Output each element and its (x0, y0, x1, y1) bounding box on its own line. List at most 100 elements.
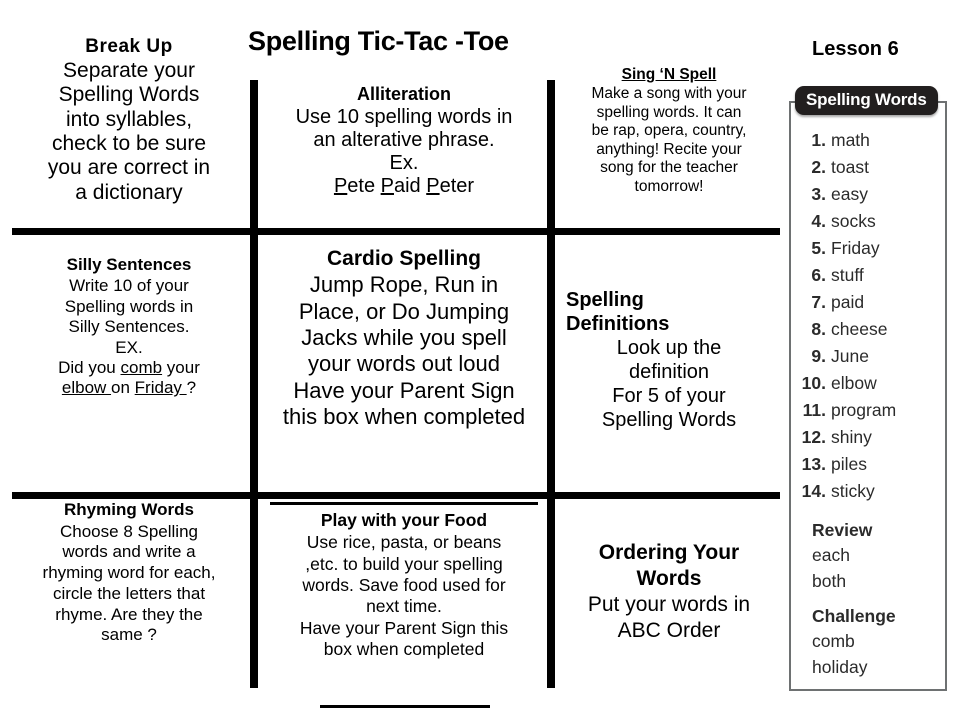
item-word: toast (831, 157, 869, 177)
cell-line: same ? (101, 625, 157, 645)
item-number: 3. (811, 184, 826, 204)
cell-heading: Rhyming Words (63, 500, 195, 519)
cell-heading-line: Words (636, 567, 702, 591)
cell-line: rhyming word for each, (42, 563, 216, 583)
cell-heading: Silly Sentences (66, 255, 192, 274)
challenge-word: holiday (812, 656, 868, 677)
list-item: 14. sticky (795, 481, 945, 508)
item-number: 14. (801, 481, 826, 501)
cell-line: Ex. (389, 152, 419, 175)
cell-line: words and write a (62, 542, 196, 562)
item-word: paid (831, 292, 865, 312)
list-item: 10. elbow (795, 373, 945, 400)
item-number: 8. (811, 319, 826, 339)
cell-cardio-spelling: Cardio Spelling Jump Rope, Run in Place,… (262, 246, 546, 431)
list-item: 5. Friday (795, 238, 945, 265)
cell-break-up: Break Up Separate your Spelling Words in… (10, 36, 248, 205)
list-item: 13. piles (795, 454, 945, 481)
cell-sing-n-spell: Sing ‘N Spell Make a song with your spel… (558, 66, 780, 196)
cell-line: Spelling words in (64, 296, 194, 316)
cell-heading: Break Up (85, 36, 173, 57)
cell-line: box when completed (323, 639, 485, 660)
item-number: 12. (801, 427, 826, 447)
cell-line: Jacks while you spell (301, 324, 507, 350)
cell-example: Pete Paid Peter (333, 175, 475, 198)
grid-hrule-bottom (12, 492, 780, 499)
page-title: Spelling Tic-Tac -Toe (248, 26, 509, 56)
cell-line: Place, or Do Jumping (298, 298, 510, 324)
lesson-label: Lesson 6 (812, 38, 899, 60)
cell-line: Separate your (63, 59, 195, 83)
list-item: 4. socks (795, 211, 945, 238)
cell-line: words. Save food used for (302, 575, 506, 596)
spelling-words-badge: Spelling Words (795, 86, 938, 115)
cell-spelling-definitions: Spelling Definitions Look up the definit… (558, 288, 780, 432)
challenge-label: Challenge (812, 606, 896, 626)
cell-line: your words out loud (308, 351, 500, 377)
item-word: cheese (831, 319, 888, 339)
cell-heading-line: Definitions (566, 313, 670, 335)
challenge-word: comb (812, 631, 855, 652)
item-word: piles (831, 454, 867, 474)
review-group: Review each both (795, 517, 945, 594)
item-word: elbow (831, 373, 877, 393)
cell-line: you are correct in (47, 156, 211, 180)
cell-line: Use 10 spelling words in (295, 105, 513, 128)
item-number: 11. (802, 400, 826, 420)
item-word: shiny (831, 427, 872, 447)
review-word: each (812, 545, 850, 566)
cell-silly-sentences: Silly Sentences Write 10 of your Spellin… (10, 255, 248, 399)
item-number: 9. (811, 346, 826, 366)
cell-line: into syllables, (65, 107, 193, 131)
cell-line: be rap, opera, country, (591, 122, 747, 140)
item-number: 6. (811, 265, 826, 285)
spelling-tic-tac-toe-page: Spelling Tic-Tac -Toe Lesson 6 Break Up … (0, 0, 960, 720)
list-item: 8. cheese (795, 319, 945, 346)
cell-heading: Cardio Spelling (326, 247, 481, 270)
cell-example: Did you comb your (58, 357, 200, 377)
item-number: 10. (801, 373, 826, 393)
cell-line: Put your words in (587, 593, 751, 617)
item-word: socks (831, 211, 876, 231)
list-item: 11. program (795, 400, 945, 427)
item-word: Friday (831, 238, 880, 258)
cell-line: Choose 8 Spelling (60, 521, 198, 541)
item-number: 1. (811, 130, 826, 150)
cell-line: an alterative phrase. (313, 129, 495, 152)
list-item: 12. shiny (795, 427, 945, 454)
cell-line: Jump Rope, Run in (309, 272, 499, 298)
item-word: sticky (831, 481, 875, 501)
cell-line: Look up the (616, 337, 722, 359)
cell-line: EX. (115, 337, 143, 357)
food-cell-top-rule (270, 502, 538, 505)
spelling-words-list: 1. math 2. toast 3. easy 4. socks 5. Friday 6… (795, 130, 945, 680)
cell-alliteration: Alliteration Use 10 spelling words in an… (262, 84, 546, 199)
item-number: 2. (811, 157, 826, 177)
cell-line: song for the teacher (600, 159, 738, 177)
cell-line: next time. (366, 596, 442, 617)
review-word: both (812, 570, 847, 591)
item-word: program (831, 400, 897, 420)
cell-line: Spelling Words (601, 409, 737, 431)
cell-line: rhyme. Are they the (55, 604, 203, 624)
cell-rhyming-words: Rhyming Words Choose 8 Spelling words an… (10, 500, 248, 646)
list-item: 6. stuff (795, 265, 945, 292)
review-label: Review (812, 520, 873, 540)
grid-vrule-left (250, 80, 258, 688)
cell-line: Have your Parent Sign this (299, 617, 509, 638)
cell-line: Have your Parent Sign (293, 377, 515, 403)
grid-vrule-right (547, 80, 555, 688)
list-item: 7. paid (795, 292, 945, 319)
cell-line: For 5 of your (612, 385, 726, 407)
grid-hrule-top (12, 228, 780, 235)
item-number: 7. (811, 292, 826, 312)
item-number: 13. (801, 454, 826, 474)
challenge-group: Challenge comb holiday (795, 603, 945, 680)
item-word: stuff (831, 265, 864, 285)
cell-line: tomorrow! (634, 177, 704, 195)
cell-line: circle the letters that (52, 583, 206, 603)
item-word: math (831, 130, 870, 150)
list-item: 1. math (795, 130, 945, 157)
list-item: 2. toast (795, 157, 945, 184)
cell-ordering-your-words: Ordering Your Words Put your words in AB… (558, 540, 780, 643)
